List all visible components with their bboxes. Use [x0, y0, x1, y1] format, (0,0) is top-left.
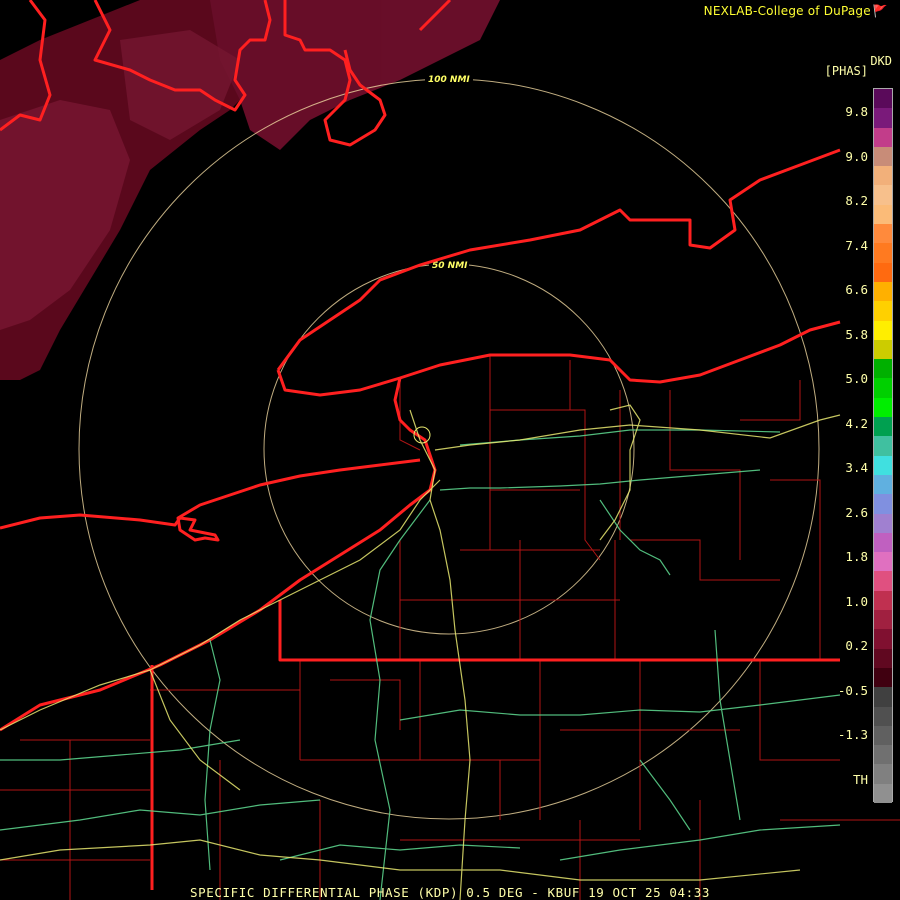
scale-tick-label: 4.2 [845, 415, 868, 431]
flag-icon: 🚩 [872, 4, 888, 18]
color-swatch [874, 301, 892, 322]
lake-erie-north-shore [0, 458, 421, 542]
color-swatch [874, 552, 892, 572]
ring-50-nmi [263, 263, 635, 635]
color-swatch [874, 532, 892, 553]
color-scale [873, 88, 893, 804]
color-swatch [874, 378, 892, 399]
credit-text: NEXLAB-College of DuPage 🚩 [704, 4, 888, 18]
color-swatch [874, 185, 892, 206]
color-swatch [874, 224, 892, 244]
color-swatch [874, 243, 892, 264]
ring-50-label: 50 NMI [432, 261, 468, 271]
radar-map: 100 NMI 50 NMI [0, 0, 900, 900]
scale-tick-label: 1.8 [845, 549, 868, 564]
lake-erie-south-shore [0, 377, 437, 732]
color-swatch [874, 571, 892, 592]
scale-tick-label: 0.2 [845, 638, 868, 653]
color-swatch [874, 706, 892, 727]
color-swatch [874, 629, 892, 650]
scale-tick-label: 9.8 [845, 104, 868, 119]
credit-label: NEXLAB-College of DuPage [703, 4, 871, 18]
color-swatch [874, 89, 892, 109]
ring-100-nmi [78, 78, 820, 820]
product-caption: SPECIFIC DIFFERENTIAL PHASE (KDP) 0.5 DE… [189, 885, 711, 900]
scale-tick-label: 6.6 [845, 282, 868, 297]
color-swatch [874, 455, 892, 476]
color-swatch [874, 166, 892, 186]
color-swatch [874, 127, 892, 148]
color-swatch [874, 764, 892, 785]
color-swatch [874, 359, 892, 379]
range-rings [78, 78, 820, 820]
color-swatch [874, 667, 892, 688]
color-swatch [874, 648, 892, 669]
color-swatch [874, 745, 892, 765]
scale-tick-label: 9.0 [845, 148, 868, 164]
color-swatch [874, 474, 892, 495]
scale-tick-label: TH [852, 771, 868, 787]
scale-tick-label: 2.6 [845, 504, 868, 520]
color-swatch [874, 687, 892, 707]
precip-echo [0, 0, 500, 380]
scale-tick-label: 5.0 [845, 371, 868, 386]
scale-tick-label: 3.4 [845, 460, 868, 475]
color-swatch [874, 339, 892, 360]
color-swatch [874, 610, 892, 630]
color-swatch [874, 494, 892, 515]
color-swatch [874, 204, 892, 225]
highways-yellow [0, 404, 841, 900]
color-swatch [874, 783, 892, 804]
color-swatch [874, 320, 892, 341]
state-line [278, 600, 840, 662]
color-swatch [874, 590, 892, 611]
lake-ontario-south-shore [276, 320, 841, 397]
color-swatch [874, 725, 892, 746]
scale-tick-label: -0.5 [837, 682, 868, 698]
scale-tick-label: 7.4 [845, 237, 868, 253]
scale-tick-label: -1.3 [837, 727, 868, 742]
color-swatch [874, 436, 892, 457]
lake-ontario-shore [276, 148, 841, 371]
color-swatch [874, 108, 892, 129]
color-swatch [874, 146, 892, 167]
county-lines [0, 355, 900, 900]
legend-product-code: DKD [870, 54, 892, 68]
color-swatch [874, 397, 892, 418]
color-swatch [874, 513, 892, 534]
color-swatch [874, 262, 892, 283]
scale-tick-label: 5.8 [845, 326, 868, 342]
ring-100-label: 100 NMI [428, 75, 470, 85]
color-swatch [874, 417, 892, 437]
legend-unit: [PHAS] [824, 64, 868, 78]
scale-tick-label: 8.2 [845, 193, 868, 208]
scale-tick-label: 1.0 [845, 593, 868, 609]
color-swatch [874, 281, 892, 302]
